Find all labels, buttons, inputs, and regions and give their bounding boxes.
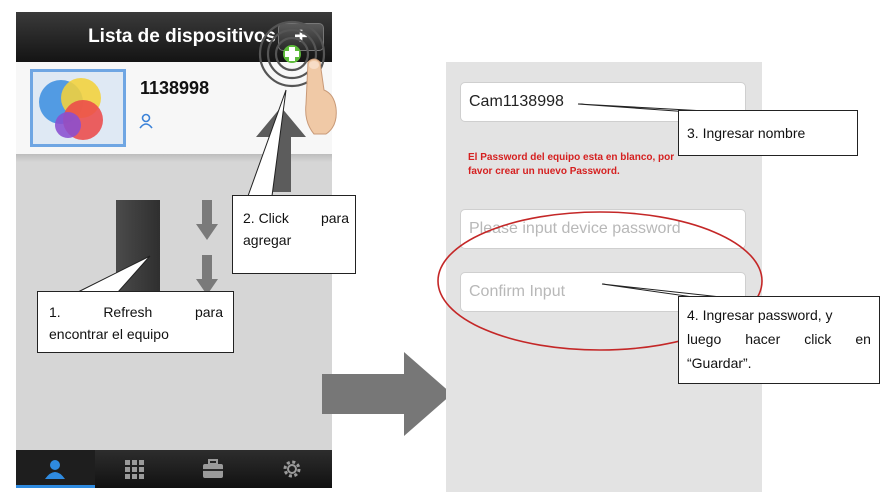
gear-icon bbox=[283, 460, 301, 478]
callout-text: click bbox=[804, 331, 832, 347]
user-icon bbox=[139, 113, 153, 129]
device-id: 1138998 bbox=[140, 78, 210, 98]
callout-text: 2. Click bbox=[243, 210, 289, 226]
tab-toolbox[interactable] bbox=[174, 450, 253, 488]
arrow-right-icon bbox=[322, 352, 452, 436]
grid-icon bbox=[125, 460, 144, 479]
page-title: Lista de dispositivos bbox=[88, 26, 276, 47]
callout-text: en bbox=[855, 331, 871, 347]
user-icon bbox=[45, 460, 65, 479]
callout-text: encontrar el equipo bbox=[49, 326, 169, 342]
briefcase-icon bbox=[203, 459, 223, 478]
tab-devices[interactable] bbox=[16, 450, 95, 488]
arrow-up-icon bbox=[256, 107, 306, 192]
callout-step-3: 3. Ingresar nombre bbox=[678, 110, 858, 156]
callout-step-4: 4. Ingresar password, y luego hacer clic… bbox=[678, 296, 880, 384]
tab-bar bbox=[16, 450, 332, 488]
device-thumbnail bbox=[30, 69, 126, 147]
callout-text: para bbox=[194, 304, 223, 320]
finger-pointer-icon bbox=[305, 58, 337, 135]
callout-text: agregar bbox=[243, 232, 292, 248]
callout-text: 4. Ingresar password, y bbox=[687, 307, 833, 323]
callout-text: hacer bbox=[745, 331, 781, 347]
arrow-down-icon bbox=[196, 200, 218, 240]
tab-settings[interactable] bbox=[253, 450, 332, 488]
callout-step-1: 1. Refresh para encontrar el equipo bbox=[37, 291, 234, 353]
callout-text: Refresh bbox=[103, 304, 153, 320]
callout-text: 1. bbox=[49, 304, 61, 320]
callout-text: “Guardar”. bbox=[687, 355, 752, 371]
tab-grid[interactable] bbox=[95, 450, 174, 488]
callout-text: para bbox=[320, 210, 349, 226]
password-warning-line: favor crear un nuevo Password. bbox=[468, 166, 620, 177]
callout-text: 3. Ingresar nombre bbox=[687, 125, 806, 141]
arrow-down-icon bbox=[196, 255, 218, 295]
callout-step-2: 2. Click para agregar bbox=[232, 195, 356, 274]
callout-text: luego bbox=[687, 331, 722, 347]
